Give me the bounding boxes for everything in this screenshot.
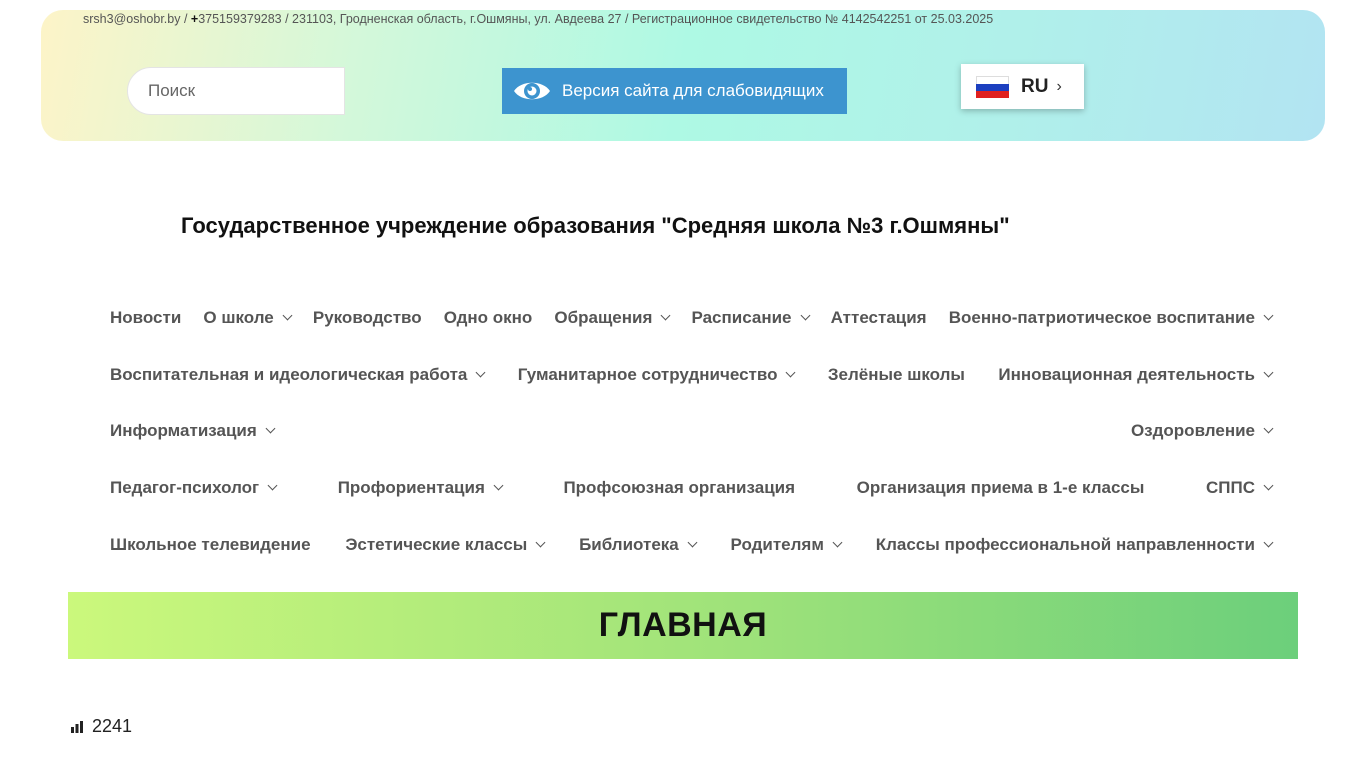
nav-row: Педагог-психолог Профориентация Профсоюзна…	[110, 478, 1274, 498]
page-title: ГЛАВНАЯ	[598, 606, 768, 644]
nav-item[interactable]: Зелёные школы	[828, 365, 965, 385]
nav-item[interactable]: Оздоровление	[1130, 421, 1274, 441]
nav-item[interactable]: Расписание	[691, 308, 810, 328]
contact-address: / 231103, Гродненская область, г.Ошмяны,…	[281, 12, 994, 26]
contact-separator: /	[180, 12, 191, 26]
nav-item[interactable]: Обращения	[554, 308, 671, 328]
nav-item[interactable]: О школе	[203, 308, 293, 328]
nav-item[interactable]: Руководство	[313, 308, 422, 328]
nav-item[interactable]: Новости	[110, 308, 181, 328]
nav-item-label: Информатизация	[110, 421, 257, 440]
nav-row: Новости О школе Руководство Одно окно Обраще…	[110, 308, 1274, 328]
eye-icon	[512, 77, 552, 105]
nav-item-label: Зелёные школы	[827, 365, 965, 384]
nav-item-label: Эстетические классы	[345, 535, 528, 554]
nav-item-label: Библиотека	[579, 535, 679, 554]
chevron-down-icon	[282, 310, 293, 321]
nav-row: Школьное телевидение Эстетические классы Б…	[110, 535, 1274, 555]
top-bar: srsh3@oshobr.by / +375159379283 / 231103…	[41, 10, 1325, 141]
chevron-down-icon	[800, 310, 810, 321]
nav-item-label: Организация приема в 1-е классы	[856, 478, 1145, 497]
chevron-down-icon	[660, 310, 671, 321]
chevron-down-icon	[1263, 537, 1274, 548]
nav-item-label: Аттестация	[830, 308, 927, 327]
nav-item-label: О школе	[203, 308, 274, 327]
low-vision-label: Версия сайта для слабовидящих	[562, 81, 824, 100]
chevron-down-icon	[493, 480, 504, 491]
nav-item[interactable]: Эстетические классы	[345, 535, 546, 555]
nav-item[interactable]: Библиотека	[579, 535, 698, 555]
chevron-down-icon	[267, 480, 278, 491]
nav-row: Воспитательная и идеологическая работа Гу…	[110, 365, 1274, 385]
chevron-down-icon	[1263, 367, 1274, 378]
nav-item-label: Профсоюзная организация	[563, 478, 796, 497]
chevron-down-icon	[786, 367, 796, 378]
nav-item-label: Военно-патриотическое воспитание	[948, 308, 1255, 327]
nav-item-label: Обращения	[554, 308, 653, 327]
nav-item-label: Одно окно	[443, 308, 533, 327]
chevron-down-icon	[1263, 310, 1274, 321]
nav-item[interactable]: Школьное телевидение	[110, 535, 311, 555]
chevron-down-icon	[1263, 423, 1274, 434]
nav-item[interactable]: Военно-патриотическое воспитание	[948, 308, 1274, 328]
chevron-down-icon	[687, 537, 698, 548]
nav-item-label: Воспитательная и идеологическая работа	[110, 365, 468, 384]
nav-item[interactable]: Педагог-психолог	[110, 478, 278, 498]
chevron-down-icon	[475, 367, 486, 378]
views-count: 2241	[92, 716, 133, 736]
russian-flag-icon	[976, 75, 1009, 98]
nav-item-label: СППС	[1206, 478, 1255, 497]
nav-item[interactable]: Профориентация	[337, 478, 504, 498]
chevron-down-icon	[535, 537, 546, 548]
nav-row: Информатизация Оздоровление	[110, 421, 1274, 441]
site-title[interactable]: Государственное учреждение образования "…	[181, 213, 1010, 239]
nav-item[interactable]: Воспитательная и идеологическая работа	[110, 365, 486, 385]
chevron-right-icon: ›	[1056, 77, 1062, 95]
nav-item[interactable]: Классы профессиональной направленности	[875, 535, 1274, 555]
nav-item[interactable]: Информатизация	[110, 421, 276, 441]
nav-item-label: Оздоровление	[1130, 421, 1255, 440]
nav-item-label: Школьное телевидение	[110, 535, 311, 554]
nav-item-label: Новости	[110, 308, 182, 327]
nav-item-label: Профориентация	[337, 478, 485, 497]
chevron-down-icon	[832, 537, 843, 548]
nav-item-label: Педагог-психолог	[110, 478, 260, 497]
page-heading-banner: ГЛАВНАЯ	[68, 592, 1298, 659]
nav-item[interactable]: Инновационная деятельность	[998, 365, 1274, 385]
chevron-down-icon	[1263, 480, 1274, 491]
nav-item-label: Классы профессиональной направленности	[875, 535, 1255, 554]
nav-item-label: Расписание	[691, 308, 792, 327]
chevron-down-icon	[265, 423, 276, 434]
nav-item[interactable]: Организация приема в 1-е классы	[857, 478, 1145, 498]
language-selector[interactable]: RU ›	[961, 64, 1084, 109]
nav-item-label: Инновационная деятельность	[998, 365, 1255, 384]
views-counter: 2241	[71, 716, 132, 737]
nav-item[interactable]: Одно окно	[444, 308, 533, 328]
language-code: RU	[1021, 75, 1049, 97]
nav-item[interactable]: Профсоюзная организация	[563, 478, 795, 498]
contact-line: srsh3@oshobr.by / +375159379283 / 231103…	[83, 12, 993, 26]
nav-item[interactable]: Гуманитарное сотрудничество	[517, 365, 796, 385]
bar-chart-icon	[71, 721, 83, 733]
low-vision-version-button[interactable]: Версия сайта для слабовидящих	[502, 68, 847, 114]
search-input[interactable]	[127, 67, 345, 115]
nav-item-label: Гуманитарное сотрудничество	[517, 365, 778, 384]
contact-email[interactable]: srsh3@oshobr.by	[83, 12, 180, 26]
nav-item-label: Родителям	[730, 535, 824, 554]
contact-phone[interactable]: 375159379283	[198, 12, 281, 26]
nav-item-label: Руководство	[312, 308, 422, 327]
nav-item[interactable]: Аттестация	[831, 308, 927, 328]
nav-item[interactable]: СППС	[1206, 478, 1274, 498]
nav-item[interactable]: Родителям	[730, 535, 843, 555]
